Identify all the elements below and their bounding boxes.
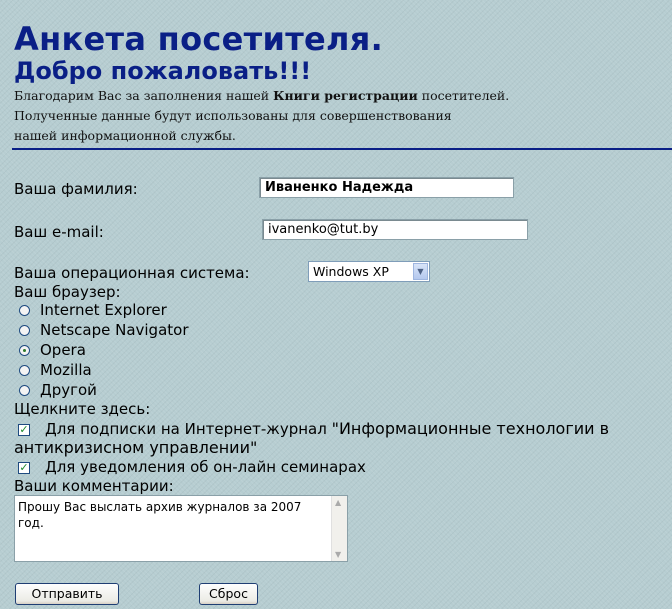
option-opera: Opera [40,341,86,359]
option-netscape-navigator: Netscape Navigator [40,321,189,339]
intro-text: Благодарим Вас за заполнения нашей Книги… [14,86,509,146]
os-selected-value: Windows XP [313,264,389,279]
comments-text: Прошу Вас выслать архив журналов за 2007… [18,500,302,530]
journal-title-line2: антикризисном управлении" [14,438,258,457]
email-label: Ваш e-mail: [14,223,104,241]
subscribe-label: Для подписки на Интернет-журнал [45,420,332,438]
radio-mozilla[interactable] [19,365,30,376]
subscribe-checkbox[interactable]: ✓ [18,424,30,436]
notify-checkbox[interactable]: ✓ [18,462,30,474]
comments-label: Ваши комментарии: [14,477,174,495]
radio-other[interactable] [19,385,30,396]
welcome-heading: Добро пожаловать!!! [14,57,312,85]
os-select[interactable]: Windows XP ▼ [308,261,430,282]
intro-line1-after: посетителей. [417,88,510,103]
click-here-label: Щелкните здесь: [14,400,151,418]
journal-title-line1: "Информационные технологии в [331,419,610,438]
comments-scrollbar[interactable]: ▲ ▼ [331,496,347,561]
submit-button[interactable]: Отправить [15,583,119,605]
header-divider [12,148,672,150]
radio-netscape-navigator[interactable] [19,325,30,336]
option-mozilla: Mozilla [40,361,92,379]
surname-label: Ваша фамилия: [14,180,138,198]
option-other: Другой [40,381,97,399]
radio-opera[interactable] [19,345,30,356]
email-input[interactable]: ivanenko@tut.by [262,219,528,240]
scroll-up-icon[interactable]: ▲ [335,498,341,507]
intro-line3: нашей информационной службы. [14,128,236,143]
surname-input[interactable]: Иваненко Надежда [259,177,514,198]
intro-line2: Полученные данные будут использованы для… [14,108,452,123]
reset-button[interactable]: Сброс [199,583,258,605]
intro-line1-before: Благодарим Вас за заполнения нашей [14,88,274,103]
os-label: Ваша операционная система: [14,264,250,282]
chevron-down-icon[interactable]: ▼ [413,263,428,280]
comments-textarea[interactable]: Прошу Вас выслать архив журналов за 2007… [14,495,348,562]
notify-text: Для уведомления об он-лайн семинарах [45,458,366,476]
radio-internet-explorer[interactable] [19,305,30,316]
subscribe-text: Для подписки на Интернет-журнал "Информа… [45,419,609,438]
scroll-down-icon[interactable]: ▼ [335,550,341,559]
browser-label: Ваш браузер: [14,283,121,301]
intro-line1-bold: Книги регистрации [273,88,418,103]
option-internet-explorer: Internet Explorer [40,301,167,319]
page-title: Анкета посетителя. [14,20,384,58]
